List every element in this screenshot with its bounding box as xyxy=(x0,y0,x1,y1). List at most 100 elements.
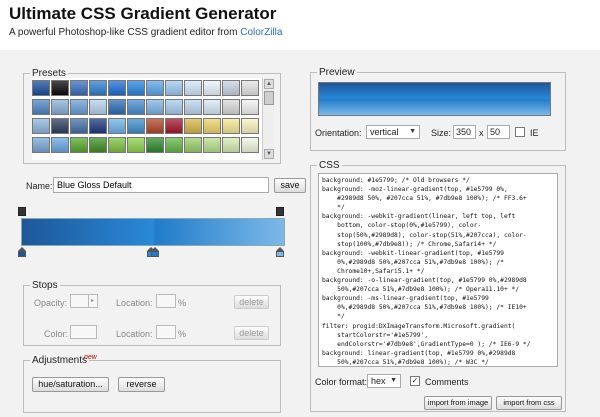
preset-swatch[interactable] xyxy=(32,118,50,134)
preset-swatch[interactable] xyxy=(108,137,126,153)
preset-swatch[interactable] xyxy=(165,99,183,115)
preset-swatch[interactable] xyxy=(146,118,164,134)
color-location-input xyxy=(156,325,176,339)
preset-swatch[interactable] xyxy=(51,137,69,153)
opacity-stop-right[interactable] xyxy=(276,207,284,216)
delete-opacity-stop-button: delete xyxy=(234,295,269,309)
preset-swatch[interactable] xyxy=(203,99,221,115)
preset-swatch[interactable] xyxy=(32,99,50,115)
preset-swatch[interactable] xyxy=(203,137,221,153)
ie-checkbox[interactable] xyxy=(515,127,525,137)
preset-swatch[interactable] xyxy=(108,80,126,96)
preset-swatch[interactable] xyxy=(184,137,202,153)
stepper-arrow-icon: ▸ xyxy=(88,295,96,307)
name-label: Name: xyxy=(26,181,53,191)
preset-swatch[interactable] xyxy=(108,99,126,115)
preset-swatch[interactable] xyxy=(127,99,145,115)
presets-area: ▲ ▼ xyxy=(23,68,281,164)
preset-swatch[interactable] xyxy=(127,118,145,134)
preset-swatch[interactable] xyxy=(32,137,50,153)
preset-swatch[interactable] xyxy=(165,137,183,153)
color-location-label: Location: xyxy=(116,329,153,339)
color-percent-label: % xyxy=(178,329,187,339)
new-badge: new xyxy=(84,354,97,361)
preset-swatch[interactable] xyxy=(203,80,221,96)
comments-checkbox[interactable]: ✓ xyxy=(410,376,420,386)
preset-swatch[interactable] xyxy=(89,99,107,115)
preset-swatch[interactable] xyxy=(222,80,240,96)
preset-swatch[interactable] xyxy=(165,80,183,96)
gradient-bar[interactable] xyxy=(21,218,285,246)
preset-swatch[interactable] xyxy=(146,137,164,153)
preset-swatch[interactable] xyxy=(222,99,240,115)
import-from-css-button[interactable]: import from css xyxy=(496,396,562,410)
orientation-value: vertical xyxy=(370,127,399,137)
color-format-select[interactable]: hex ▼ xyxy=(367,374,401,388)
css-code-output[interactable]: background: #1e5799; /* Old browsers */ … xyxy=(318,173,558,367)
preset-swatch[interactable] xyxy=(203,118,221,134)
import-from-image-button[interactable]: import from image xyxy=(424,396,492,410)
opacity-location-input xyxy=(156,294,176,308)
adjustments-legend: Adjustments xyxy=(32,355,88,366)
colorzilla-link[interactable]: ColorZilla xyxy=(240,27,282,38)
color-stop-51[interactable] xyxy=(151,247,160,257)
color-swatch-input xyxy=(70,325,97,339)
preset-swatch[interactable] xyxy=(51,99,69,115)
preset-swatch[interactable] xyxy=(184,118,202,134)
preset-swatch-grid xyxy=(32,78,262,160)
preset-swatch[interactable] xyxy=(127,80,145,96)
preset-swatch[interactable] xyxy=(241,137,259,153)
preset-swatch[interactable] xyxy=(51,80,69,96)
checkmark-icon: ✓ xyxy=(411,376,419,385)
subtitle: A powerful Photoshop-like CSS gradient e… xyxy=(9,27,282,38)
hue-saturation-button[interactable]: hue/saturation... xyxy=(32,377,109,392)
scroll-thumb[interactable] xyxy=(264,91,274,105)
preset-swatch[interactable] xyxy=(51,118,69,134)
orientation-label: Orientation: xyxy=(315,128,362,138)
color-stop-0[interactable] xyxy=(18,247,27,257)
preset-swatch[interactable] xyxy=(146,99,164,115)
preset-swatch[interactable] xyxy=(89,80,107,96)
scroll-up-arrow-icon[interactable]: ▲ xyxy=(264,79,274,89)
preset-swatch[interactable] xyxy=(146,80,164,96)
preview-width-input[interactable]: 350 xyxy=(453,125,476,139)
comments-label: Comments xyxy=(425,377,469,387)
preset-swatch[interactable] xyxy=(127,137,145,153)
preset-swatch[interactable] xyxy=(70,137,88,153)
opacity-stop-left[interactable] xyxy=(18,207,26,216)
color-format-value: hex xyxy=(371,376,386,386)
stops-legend: Stops xyxy=(32,280,58,291)
size-label: Size: xyxy=(431,128,452,138)
preset-swatch[interactable] xyxy=(89,137,107,153)
preset-swatch[interactable] xyxy=(108,118,126,134)
color-format-label: Color format: xyxy=(315,377,368,387)
preset-swatch[interactable] xyxy=(32,80,50,96)
header: Ultimate CSS Gradient Generator A powerf… xyxy=(0,0,600,50)
preset-swatch[interactable] xyxy=(241,118,259,134)
preset-swatch[interactable] xyxy=(70,80,88,96)
size-separator: x xyxy=(479,128,484,138)
reverse-button[interactable]: reverse xyxy=(118,377,165,392)
color-stop-100[interactable] xyxy=(276,247,285,257)
opacity-stepper: ▸ xyxy=(70,294,98,308)
preview-height-input[interactable]: 50 xyxy=(487,125,510,139)
presets-scrollbar[interactable]: ▲ ▼ xyxy=(262,78,274,160)
gradient-preview xyxy=(318,82,551,116)
preset-swatch[interactable] xyxy=(184,80,202,96)
scroll-down-arrow-icon[interactable]: ▼ xyxy=(264,149,274,159)
preset-swatch[interactable] xyxy=(184,99,202,115)
delete-color-stop-button: delete xyxy=(234,326,269,340)
chevron-down-icon: ▼ xyxy=(409,128,416,135)
preset-swatch[interactable] xyxy=(70,118,88,134)
save-button[interactable]: save xyxy=(274,178,306,193)
preset-swatch[interactable] xyxy=(222,137,240,153)
gradient-name-input[interactable] xyxy=(53,177,269,193)
preset-swatch[interactable] xyxy=(89,118,107,134)
orientation-select[interactable]: vertical ▼ xyxy=(366,125,420,139)
preset-swatch[interactable] xyxy=(241,80,259,96)
preset-swatch[interactable] xyxy=(165,118,183,134)
preset-swatch[interactable] xyxy=(70,99,88,115)
preset-swatch[interactable] xyxy=(222,118,240,134)
preset-swatch[interactable] xyxy=(241,99,259,115)
preview-legend: Preview xyxy=(319,67,355,78)
